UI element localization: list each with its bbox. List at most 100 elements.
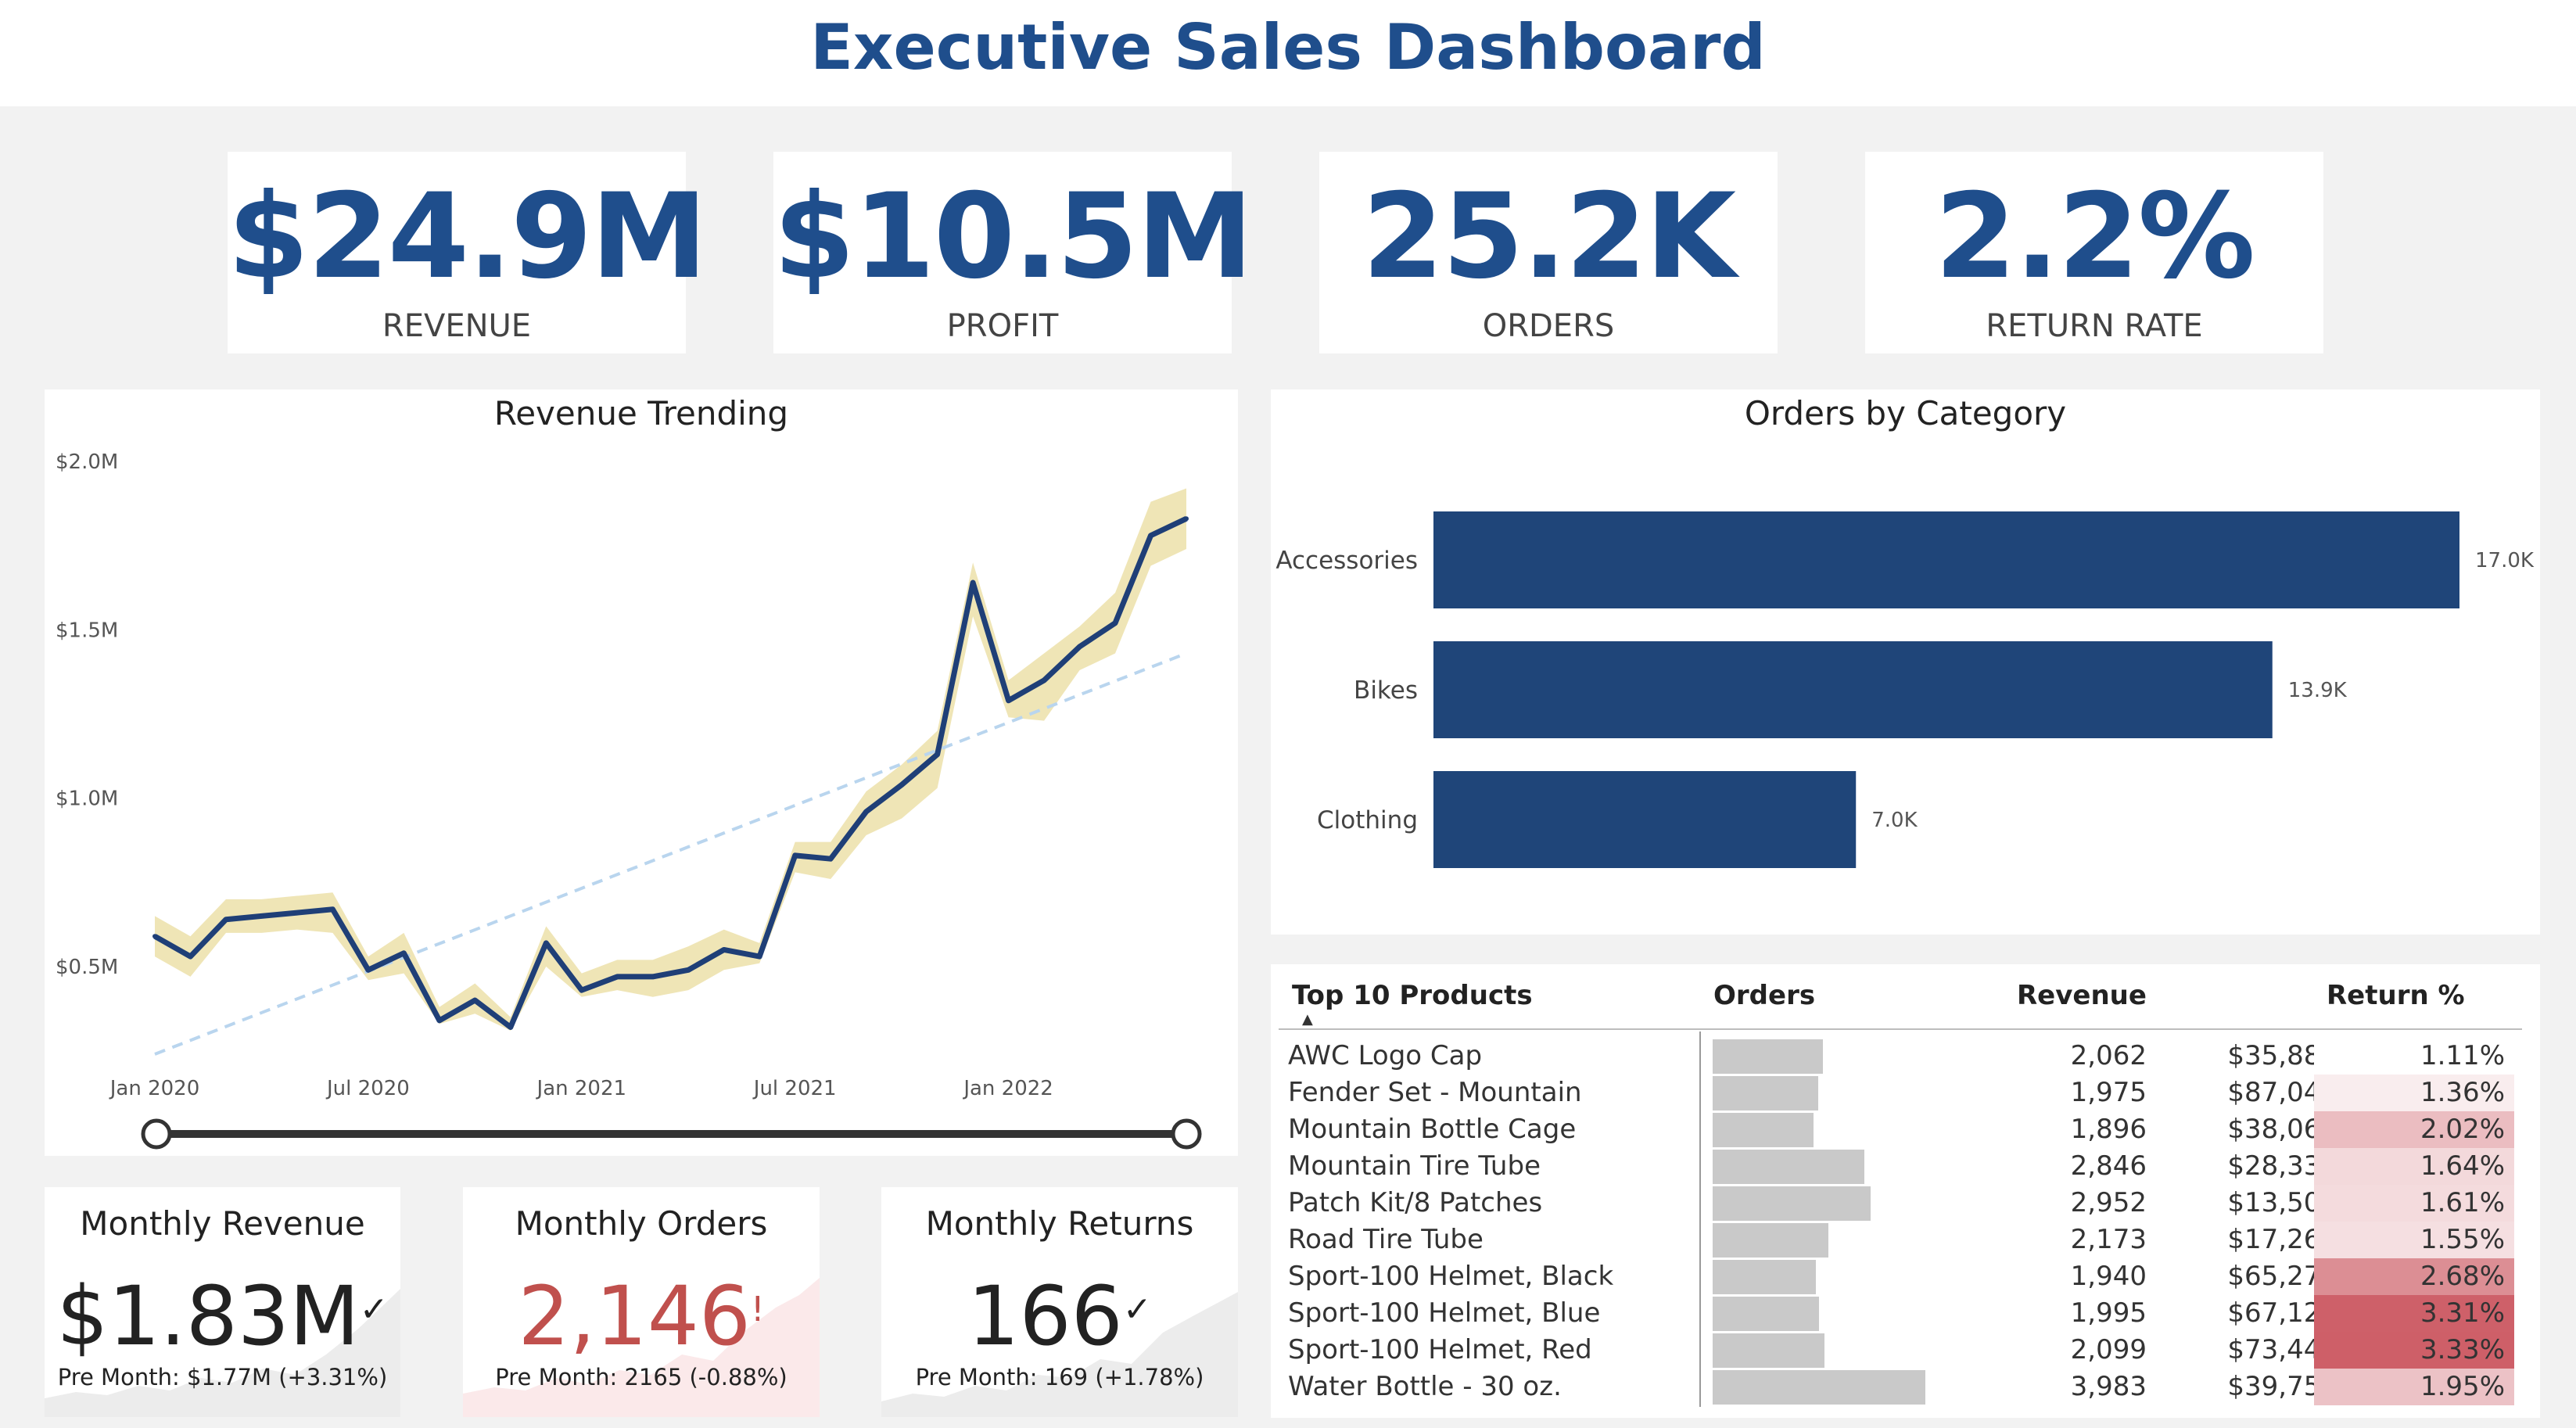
- revenue-value: $38,062: [2227, 1114, 2337, 1145]
- table-row[interactable]: AWC Logo Cap 2,062 $35,882 1.11%: [1271, 1038, 2514, 1075]
- orders-data-bar: [1713, 1223, 1829, 1258]
- monthly-orders-card[interactable]: Monthly Orders 2,146! Pre Month: 2165 (-…: [463, 1187, 820, 1417]
- revenue-data-point[interactable]: [686, 967, 691, 973]
- revenue-trend-chart[interactable]: $2.0M $1.5M $1.0M $0.5M Jan 2020 Jul 2020 Jan…: [45, 389, 1238, 1156]
- table-row[interactable]: Patch Kit/8 Patches 2,952 $13,506 1.61%: [1271, 1185, 2514, 1222]
- table-row[interactable]: Sport-100 Helmet, Red 2,099 $73,444 3.33%: [1271, 1332, 2514, 1369]
- kpi-value: 2.2%: [1934, 169, 2255, 305]
- kpi-value: $24.9M: [228, 169, 708, 305]
- table-row[interactable]: Mountain Bottle Cage 1,896 $38,062 2.02%: [1271, 1111, 2514, 1148]
- category-bar[interactable]: [1433, 771, 1857, 868]
- kpi-orders-card[interactable]: 25.2K ORDERS: [1319, 152, 1778, 353]
- table-row[interactable]: Road Tire Tube 2,173 $17,265 1.55%: [1271, 1222, 2514, 1258]
- bar-data-label: 7.0K: [1871, 809, 1918, 832]
- top-products-table[interactable]: Top 10 Products ▲ Orders Revenue Return …: [1271, 964, 2540, 1418]
- revenue-data-point[interactable]: [365, 967, 371, 973]
- column-header-product[interactable]: Top 10 Products: [1292, 980, 1533, 1011]
- kpi-label: REVENUE: [382, 308, 532, 344]
- revenue-data-point[interactable]: [863, 809, 869, 814]
- revenue-value: $67,120: [2227, 1297, 2337, 1329]
- orders-data-bar: [1713, 1076, 1818, 1110]
- orders-data-bar: [1713, 1150, 1865, 1184]
- revenue-data-point[interactable]: [615, 974, 620, 979]
- revenue-data-point[interactable]: [1077, 644, 1082, 649]
- revenue-data-point[interactable]: [330, 906, 335, 912]
- product-name: Road Tire Tube: [1288, 1224, 1484, 1255]
- revenue-data-point[interactable]: [579, 988, 584, 993]
- return-pct-value: 1.36%: [2420, 1077, 2505, 1108]
- revenue-data-point[interactable]: [935, 752, 940, 757]
- revenue-data-point[interactable]: [294, 910, 300, 916]
- table-row[interactable]: Fender Set - Mountain 1,975 $87,041 1.36%: [1271, 1075, 2514, 1111]
- card-value: 166✓: [967, 1268, 1152, 1364]
- x-axis-tick-label: Jan 2021: [536, 1077, 627, 1100]
- title-bar: Executive Sales Dashboard: [0, 0, 2576, 106]
- kpi-return-rate-card[interactable]: 2.2% RETURN RATE: [1865, 152, 2323, 353]
- orders-data-bar: [1713, 1260, 1817, 1294]
- revenue-value: $65,270: [2227, 1261, 2337, 1292]
- revenue-data-point[interactable]: [1184, 516, 1189, 522]
- monthly-returns-card[interactable]: Monthly Returns 166✓ Pre Month: 169 (+1.…: [881, 1187, 1238, 1417]
- kpi-profit-card[interactable]: $10.5M PROFIT: [773, 152, 1254, 353]
- column-header-return-pct[interactable]: Return %: [2327, 980, 2465, 1011]
- return-pct-cell: 2.68%: [2314, 1258, 2514, 1295]
- category-label: Accessories: [1275, 547, 1418, 575]
- page-title: Executive Sales Dashboard: [810, 11, 1766, 84]
- kpi-revenue-card[interactable]: $24.9M REVENUE: [228, 152, 708, 353]
- revenue-data-point[interactable]: [757, 954, 762, 960]
- revenue-data-point[interactable]: [152, 934, 157, 939]
- table-row[interactable]: Mountain Tire Tube 2,846 $28,333 1.64%: [1271, 1148, 2514, 1185]
- y-axis-tick-label: $1.5M: [56, 619, 118, 642]
- table-row[interactable]: Water Bottle - 30 oz. 3,983 $39,755 1.95%: [1271, 1369, 2514, 1405]
- return-pct-value: 1.11%: [2420, 1040, 2505, 1071]
- column-header-orders[interactable]: Orders: [1713, 980, 1815, 1011]
- return-pct-cell: 1.36%: [2314, 1075, 2514, 1111]
- revenue-data-point[interactable]: [544, 940, 549, 945]
- orders-data-bar: [1713, 1333, 1825, 1368]
- revenue-data-point[interactable]: [899, 782, 905, 788]
- orders-by-category-chart[interactable]: Accessories 17.0K Bikes 13.9K Clothing 7.0K: [1271, 389, 2540, 935]
- revenue-data-point[interactable]: [721, 947, 727, 953]
- trend-line: [154, 651, 1187, 1056]
- revenue-data-point[interactable]: [223, 917, 228, 922]
- revenue-data-point[interactable]: [970, 580, 976, 586]
- revenue-data-point[interactable]: [1042, 677, 1047, 683]
- revenue-value: $39,755: [2227, 1371, 2337, 1402]
- table-row[interactable]: Sport-100 Helmet, Blue 1,995 $67,120 3.31%: [1271, 1295, 2514, 1332]
- revenue-data-point[interactable]: [1148, 533, 1153, 538]
- return-pct-value: 3.33%: [2420, 1334, 2505, 1365]
- card-value: 2,146!: [518, 1268, 765, 1364]
- column-header-revenue[interactable]: Revenue: [2017, 980, 2147, 1011]
- product-name: AWC Logo Cap: [1288, 1040, 1483, 1071]
- slider-start-handle[interactable]: [141, 1118, 172, 1150]
- revenue-data-point[interactable]: [792, 852, 798, 858]
- revenue-data-point[interactable]: [828, 856, 834, 862]
- y-axis-tick-label: $1.0M: [56, 788, 118, 811]
- revenue-data-point[interactable]: [1006, 698, 1011, 703]
- slider-end-handle[interactable]: [1171, 1118, 1202, 1150]
- revenue-data-point[interactable]: [508, 1024, 513, 1030]
- category-bar[interactable]: [1433, 511, 2459, 608]
- alert-icon: !: [751, 1290, 765, 1329]
- return-pct-value: 2.02%: [2420, 1114, 2505, 1145]
- revenue-data-point[interactable]: [436, 1017, 442, 1023]
- revenue-data-point[interactable]: [259, 913, 264, 919]
- return-pct-cell: 1.61%: [2314, 1185, 2514, 1222]
- revenue-data-point[interactable]: [401, 950, 407, 956]
- revenue-data-point[interactable]: [1113, 620, 1118, 626]
- orders-by-category-panel[interactable]: Orders by Category Accessories 17.0K Bikes…: [1271, 389, 2540, 935]
- product-name: Sport-100 Helmet, Red: [1288, 1334, 1592, 1365]
- kpi-value: $10.5M: [773, 169, 1254, 305]
- revenue-data-point[interactable]: [188, 954, 193, 960]
- revenue-data-point[interactable]: [650, 974, 655, 979]
- sort-ascending-icon[interactable]: ▲: [1302, 1011, 1313, 1028]
- revenue-series-line[interactable]: [153, 516, 1188, 1031]
- card-title: Monthly Orders: [515, 1204, 768, 1243]
- category-bar[interactable]: [1433, 641, 2273, 738]
- y-axis-tick-label: $2.0M: [56, 450, 118, 474]
- return-pct-cell: 3.33%: [2314, 1332, 2514, 1369]
- table-row[interactable]: Sport-100 Helmet, Black 1,940 $65,270 2.68%: [1271, 1258, 2514, 1295]
- monthly-revenue-card[interactable]: Monthly Revenue $1.83M✓ Pre Month: $1.77…: [45, 1187, 400, 1417]
- revenue-trending-panel[interactable]: Revenue Trending $2.0M $1.5M $1.0M $0.5M Ja…: [45, 389, 1238, 1156]
- revenue-data-point[interactable]: [472, 998, 478, 1003]
